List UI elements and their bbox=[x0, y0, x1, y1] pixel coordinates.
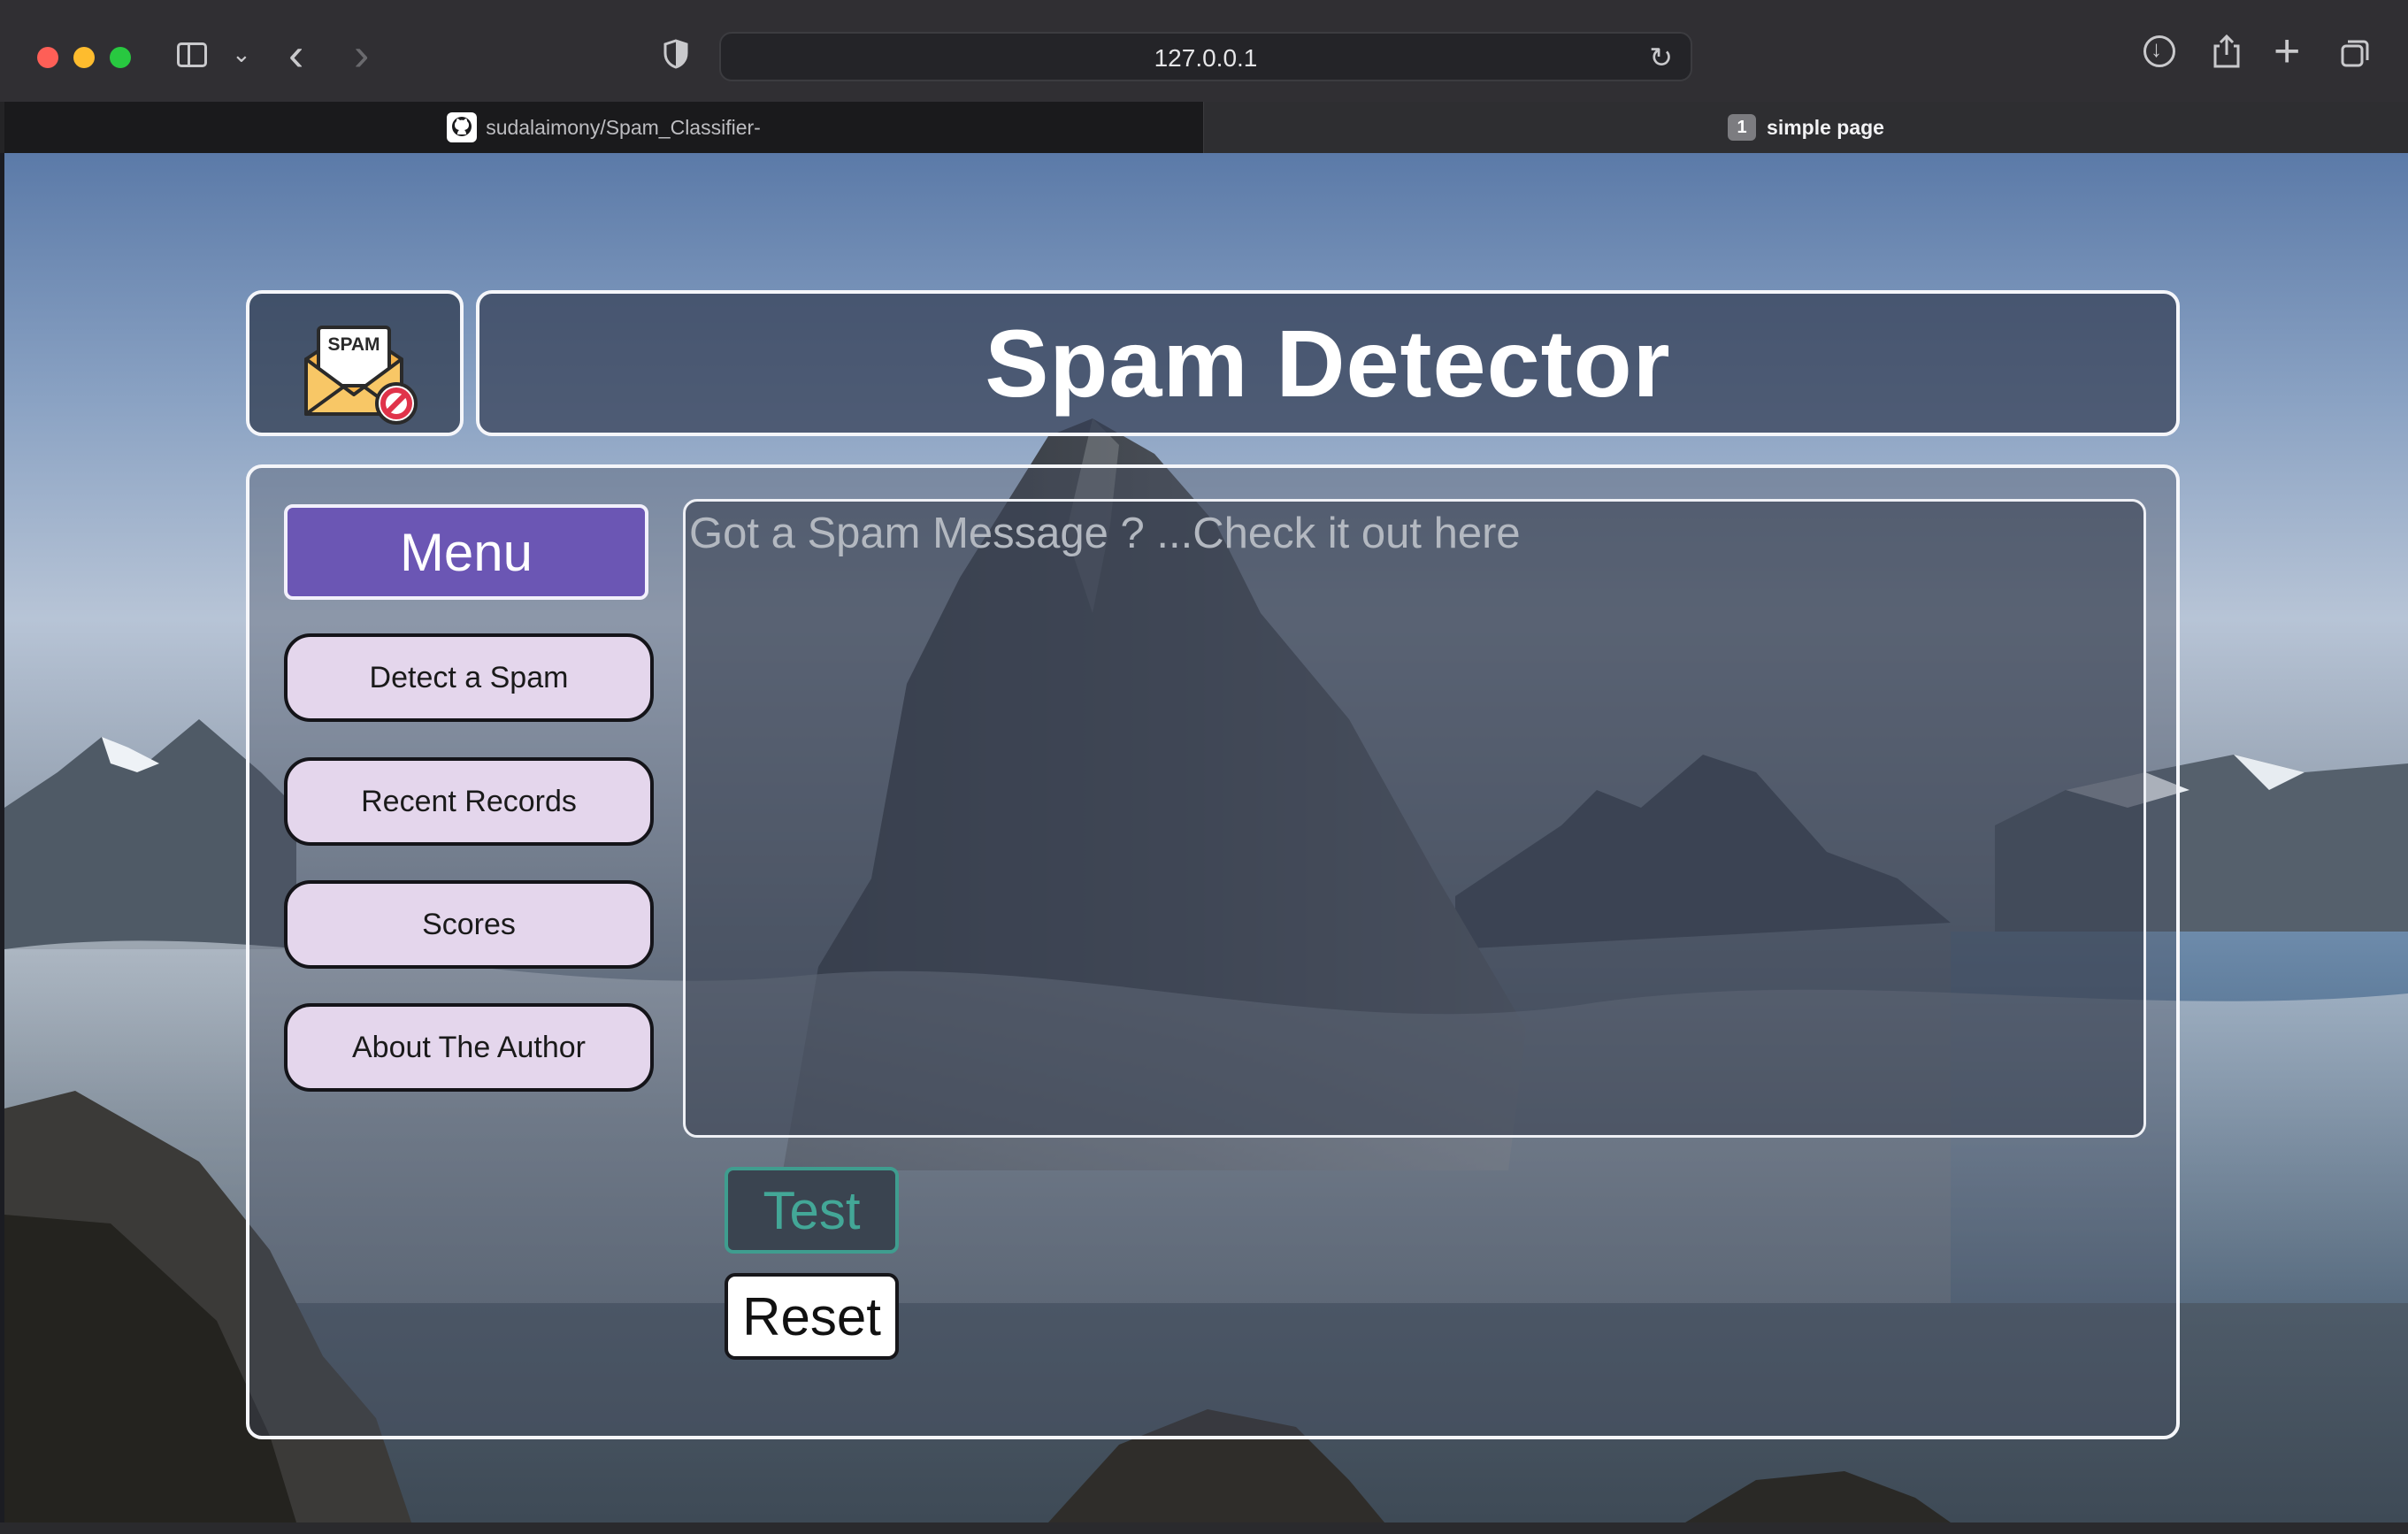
page-title: Spam Detector bbox=[985, 310, 1671, 417]
tab-overview-icon[interactable] bbox=[2341, 39, 2369, 67]
browser-toolbar: ⌄ ‹ › 127.0.0.1 ↻ + bbox=[0, 0, 2408, 103]
spam-message-input[interactable] bbox=[683, 499, 2146, 1138]
title-banner: Spam Detector bbox=[476, 290, 2180, 436]
github-icon bbox=[447, 112, 478, 142]
url-text[interactable]: 127.0.0.1 bbox=[721, 44, 1691, 73]
tab-github-repo[interactable]: sudalaimony/Spam_Classifier- bbox=[4, 102, 1204, 153]
main-panel: Menu Detect a Spam Recent Records Scores… bbox=[246, 464, 2180, 1439]
share-icon[interactable] bbox=[2212, 34, 2242, 69]
tab-simple-page[interactable]: 1 simple page bbox=[1204, 102, 2408, 153]
spam-mail-logo-icon: SPAM bbox=[304, 326, 418, 425]
fullscreen-window-button[interactable] bbox=[110, 47, 131, 68]
recent-records-button[interactable]: Recent Records bbox=[284, 757, 654, 846]
close-window-button[interactable] bbox=[37, 47, 58, 68]
logo-panel: SPAM bbox=[246, 290, 464, 436]
reset-button[interactable]: Reset bbox=[725, 1273, 899, 1360]
logo-text: SPAM bbox=[327, 334, 380, 355]
about-author-button[interactable]: About The Author bbox=[284, 1003, 654, 1092]
menu-header-button[interactable]: Menu bbox=[284, 504, 648, 600]
forward-arrow-icon[interactable]: › bbox=[354, 28, 369, 81]
reload-icon[interactable]: ↻ bbox=[1649, 41, 1673, 74]
test-button[interactable]: Test bbox=[725, 1167, 899, 1254]
minimize-window-button[interactable] bbox=[73, 47, 95, 68]
tab-strip: sudalaimony/Spam_Classifier- 1 simple pa… bbox=[0, 102, 2408, 153]
new-tab-icon[interactable]: + bbox=[2274, 25, 2300, 78]
page-viewport: SPAM Spam Detector Menu Detect a Spam Re… bbox=[4, 153, 2408, 1522]
scores-button[interactable]: Scores bbox=[284, 880, 654, 969]
address-bar[interactable]: 127.0.0.1 ↻ bbox=[719, 32, 1692, 81]
tab-label: sudalaimony/Spam_Classifier- bbox=[486, 115, 761, 139]
sidebar-toggle-icon[interactable] bbox=[177, 42, 207, 67]
downloads-icon[interactable] bbox=[2143, 35, 2175, 67]
privacy-shield-icon[interactable] bbox=[663, 39, 688, 69]
window-bottom-edge bbox=[0, 1522, 2408, 1534]
detect-spam-button[interactable]: Detect a Spam bbox=[284, 633, 654, 722]
chevron-down-icon[interactable]: ⌄ bbox=[232, 41, 251, 68]
tab-label: simple page bbox=[1767, 115, 1884, 139]
tab-number-badge: 1 bbox=[1728, 114, 1757, 141]
back-arrow-icon[interactable]: ‹ bbox=[288, 28, 303, 81]
